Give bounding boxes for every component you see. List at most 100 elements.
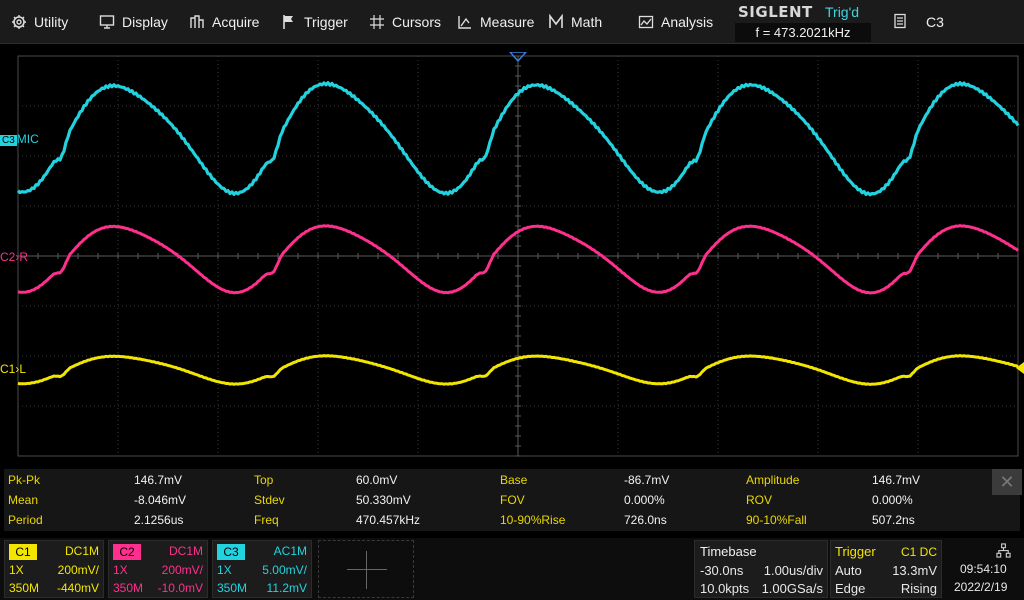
menu-trigger[interactable]: Trigger: [280, 0, 348, 44]
channel-probe: 1X: [217, 563, 232, 577]
measurement-name: Base: [500, 473, 528, 487]
channel-coupling: DC1M: [168, 544, 203, 558]
channel-bandwidth: 350M: [113, 581, 144, 595]
c2-offset-marker[interactable]: C2›R: [0, 250, 28, 264]
channel-box-c2[interactable]: C2 DC1M 1X 200mV/350M -10.0mV: [108, 540, 208, 598]
timebase-delay: -30.0ns: [700, 563, 744, 578]
network-icon: [996, 543, 1011, 561]
measurement-name: Amplitude: [746, 473, 800, 487]
measurement-value: 0.000%: [624, 493, 665, 507]
close-measurements-button[interactable]: ✕: [992, 469, 1022, 495]
measurement-name: FOV: [500, 493, 525, 507]
bottom-status-bar: C1 DC1M 1X 200mV/350M -440mV C2 DC1M 1X 200mV/35…: [0, 538, 1024, 600]
menu-cursors[interactable]: Cursors: [368, 0, 441, 44]
measurement-name: 10-90%Rise: [500, 513, 566, 527]
measurement-value: 50.330mV: [356, 493, 411, 507]
channel-menu-label: C3: [926, 14, 944, 30]
channel-box-c1[interactable]: C1 DC1M 1X 200mV/350M -440mV: [4, 540, 104, 598]
channel-vdiv: 5.00mV/: [262, 563, 307, 577]
channel-offset: -10.0mV: [157, 581, 203, 595]
channel-menu[interactable]: C3: [892, 0, 944, 44]
empty-slot-crosshair: [347, 569, 387, 570]
channel-bandwidth: 350M: [217, 581, 248, 595]
measurement-name: Mean: [8, 493, 39, 507]
measurement-name: Top: [254, 473, 274, 487]
measurement-name: 90-10%Fall: [746, 513, 807, 527]
math-icon: [547, 13, 565, 31]
measurement-value: -8.046mV: [134, 493, 187, 507]
timebase-scale: 1.00us/div: [763, 563, 823, 578]
trigger-slope: Rising: [900, 581, 937, 596]
menu-measure[interactable]: Measure: [456, 0, 534, 44]
timebase-points: 10.0kpts: [700, 581, 750, 596]
menu-utility[interactable]: Utility: [10, 0, 68, 44]
measurement-value: 726.0ns: [624, 513, 667, 527]
frequency-counter: f = 473.2021kHz: [735, 23, 871, 42]
menu-display[interactable]: Display: [98, 0, 168, 44]
trigger-level-marker[interactable]: [1016, 362, 1024, 374]
channel-coupling: AC1M: [273, 544, 307, 558]
measurement-value: 60.0mV: [356, 473, 398, 487]
menu-acquire[interactable]: Acquire: [188, 0, 259, 44]
channel-probe: 1X: [9, 563, 24, 577]
trigger-box[interactable]: Trigger C1 DC Auto 13.3mV Edge Rising: [830, 540, 942, 598]
document-icon: [892, 13, 908, 32]
acquire-icon: [188, 13, 206, 31]
measurement-name: Period: [8, 513, 43, 527]
channel-bandwidth: 350M: [9, 581, 40, 595]
monitor-icon: [98, 13, 116, 31]
channel-offset: 11.2mV: [266, 581, 307, 595]
analysis-icon: [637, 13, 655, 31]
c1-offset-marker[interactable]: C1›L: [0, 362, 26, 376]
c3-offset-marker[interactable]: C3 MIC: [0, 132, 39, 146]
menu-analysis-label: Analysis: [661, 14, 714, 30]
menu-measure-label: Measure: [480, 14, 535, 30]
c1-marker-label: L: [19, 362, 27, 376]
measurement-panel: Pk-Pk 146.7mV Top 60.0mV Base -86.7mV Amplitud…: [4, 469, 1022, 531]
measurement-name: Pk-Pk: [8, 473, 41, 487]
measurement-name: ROV: [746, 493, 773, 507]
c1-marker-tag: C1: [0, 362, 16, 376]
empty-slot-crosshair-v: [366, 551, 367, 589]
measurement-value: -86.7mV: [624, 473, 670, 487]
channel-box-c3[interactable]: C3 AC1M 1X 5.00mV/350M 11.2mV: [212, 540, 312, 598]
channel-probe: 1X: [113, 563, 128, 577]
trigger-status: Trig'd: [825, 4, 860, 20]
timebase-title: Timebase: [700, 544, 757, 559]
menu-analysis[interactable]: Analysis: [637, 0, 713, 44]
clock-time: 09:54:10: [960, 562, 1007, 576]
menu-display-label: Display: [122, 14, 168, 30]
measurement-value: 470.457kHz: [356, 513, 421, 527]
measure-icon: [456, 13, 474, 31]
menu-acquire-label: Acquire: [212, 14, 260, 30]
measurement-value: 146.7mV: [134, 473, 183, 487]
graticule: [17, 55, 1019, 457]
measurement-value: 507.2ns: [872, 513, 915, 527]
waveform-canvas: [16, 52, 1024, 457]
measurement-value: 146.7mV: [872, 473, 921, 487]
menu-math[interactable]: Math: [547, 0, 602, 44]
channel-id-badge: C1: [9, 544, 37, 560]
brand-status-panel: SIGLENT Trig'd f = 473.2021kHz: [735, 2, 871, 42]
flag-icon: [280, 13, 298, 31]
trigger-level: 13.3mV: [892, 563, 937, 578]
channel-vdiv: 200mV/: [161, 563, 203, 577]
measurement-value: 0.000%: [872, 493, 913, 507]
menu-utility-label: Utility: [34, 14, 69, 30]
math-channel-slot[interactable]: [318, 540, 414, 598]
c2-marker-label: R: [19, 250, 29, 264]
trigger-mode: Auto: [835, 563, 862, 578]
measurement-name: Stdev: [254, 493, 285, 507]
trigger-title: Trigger: [835, 544, 876, 559]
clock-date: 2022/2/19: [954, 580, 1008, 594]
crosshair-icon: [368, 13, 386, 31]
waveform-display[interactable]: C3 MIC C2›R C1›L: [0, 52, 1024, 462]
channel-offset: -440mV: [56, 581, 99, 595]
siglent-logo: SIGLENT: [738, 3, 813, 21]
channel-id-badge: C3: [217, 544, 245, 560]
channel-id-badge: C2: [113, 544, 141, 560]
menu-cursors-label: Cursors: [392, 14, 442, 30]
timebase-box[interactable]: Timebase -30.0ns 1.00us/div 10.0kpts 1.0…: [694, 540, 828, 598]
menu-trigger-label: Trigger: [304, 14, 348, 30]
channel-coupling: DC1M: [64, 544, 99, 558]
